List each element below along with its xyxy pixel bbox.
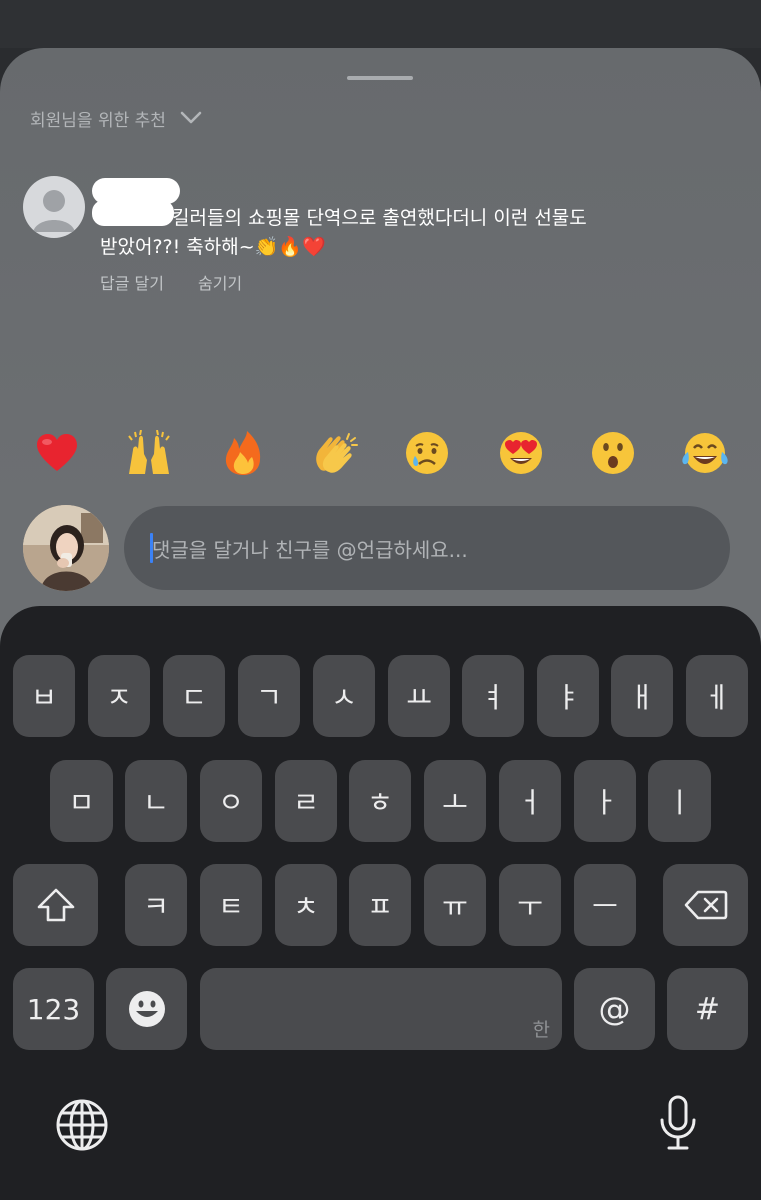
fire-reaction[interactable] (218, 428, 268, 478)
key-eo[interactable]: ㅓ (499, 760, 561, 842)
microphone-button[interactable] (648, 1093, 708, 1153)
hide-link[interactable]: 숨기기 (198, 270, 242, 294)
surprised-face-reaction[interactable] (588, 428, 638, 478)
default-user-icon (33, 190, 75, 232)
heart-eyes-reaction[interactable] (496, 428, 546, 478)
key-u[interactable]: ㅜ (499, 864, 561, 946)
key-r[interactable]: ㄹ (275, 760, 337, 842)
comment-line-2: 받았어??! 축하해~👏🔥❤️ (100, 236, 326, 258)
comment-line-1: 킬러들의 쇼핑몰 단역으로 출연했다더니 이런 선물도 (172, 207, 587, 229)
key-h[interactable]: ㅎ (349, 760, 411, 842)
backspace-icon (684, 890, 727, 920)
key-a[interactable]: ㅏ (574, 760, 636, 842)
key-m[interactable]: ㅁ (50, 760, 113, 842)
key-s[interactable]: ㅅ (313, 655, 375, 737)
key-o[interactable]: ㅗ (424, 760, 486, 842)
key-yeo[interactable]: ㅕ (462, 655, 524, 737)
key-d[interactable]: ㄷ (163, 655, 225, 737)
section-title: 회원님을 위한 추천 (30, 110, 166, 131)
recommendation-dropdown[interactable]: 회원님을 위한 추천 (30, 104, 202, 132)
space-bar[interactable]: 한 (200, 968, 562, 1050)
background-app (0, 0, 761, 48)
chevron-down-icon (180, 111, 202, 125)
key-t[interactable]: ㅌ (200, 864, 262, 946)
tears-of-joy-reaction[interactable] (680, 428, 730, 478)
emoji-key[interactable] (106, 968, 187, 1050)
key-ch[interactable]: ㅊ (275, 864, 337, 946)
key-b[interactable]: ㅂ (13, 655, 75, 737)
comment-input-placeholder: 댓글을 달거나 친구를 @언급하세요... (152, 538, 468, 562)
key-e[interactable]: ㅔ (686, 655, 748, 737)
key-yo[interactable]: ㅛ (388, 655, 450, 737)
emoji-icon (128, 991, 165, 1027)
key-yu[interactable]: ㅠ (424, 864, 486, 946)
key-p[interactable]: ㅍ (349, 864, 411, 946)
crying-face-reaction[interactable] (402, 428, 452, 478)
reply-link[interactable]: 답글 달기 (100, 270, 164, 294)
globe-button[interactable] (52, 1095, 112, 1155)
backspace-key[interactable] (663, 864, 748, 946)
key-j[interactable]: ㅈ (88, 655, 150, 737)
key-ya[interactable]: ㅑ (537, 655, 599, 737)
key-g[interactable]: ㄱ (238, 655, 300, 737)
key-eu[interactable]: ㅡ (574, 864, 636, 946)
shift-key[interactable] (13, 864, 98, 946)
quick-reaction-bar (32, 428, 732, 480)
at-key[interactable]: @ (574, 968, 655, 1050)
numbers-key[interactable]: 123 (13, 968, 94, 1050)
heart-reaction[interactable] (32, 428, 82, 478)
language-indicator: 한 (532, 1019, 550, 1041)
key-i[interactable]: ㅣ (648, 760, 711, 842)
shift-icon (37, 888, 74, 922)
globe-icon (56, 1099, 108, 1151)
raised-hands-reaction[interactable] (124, 428, 174, 478)
key-k[interactable]: ㅋ (125, 864, 187, 946)
hash-key[interactable]: # (667, 968, 748, 1050)
comment-text: 킬러들의 쇼핑몰 단역으로 출연했다더니 이런 선물도 받았어??! 축하해~👏… (100, 204, 700, 262)
my-avatar (23, 505, 109, 591)
comment-actions: 답글 달기 숨기기 (100, 270, 242, 294)
microphone-icon (660, 1095, 696, 1150)
sheet-grabber[interactable] (347, 76, 413, 80)
key-ng[interactable]: ㅇ (200, 760, 262, 842)
clapping-hands-reaction[interactable] (310, 428, 360, 478)
commenter-avatar[interactable] (23, 176, 85, 238)
key-ae[interactable]: ㅐ (611, 655, 673, 737)
key-n[interactable]: ㄴ (125, 760, 187, 842)
profile-photo (23, 505, 109, 591)
